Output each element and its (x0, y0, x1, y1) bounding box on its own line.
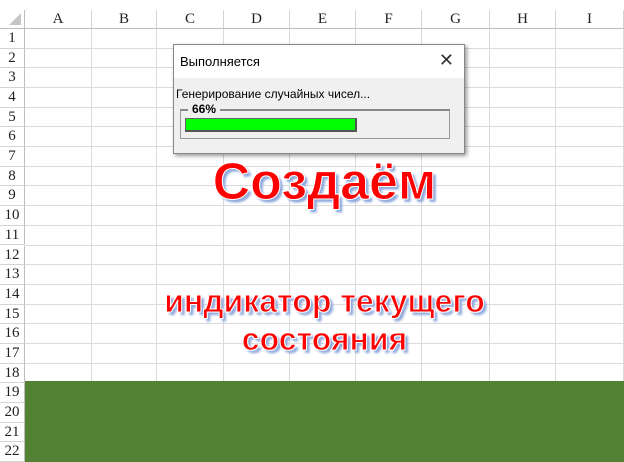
row-header-6[interactable]: 6 (0, 127, 25, 148)
row-header-8[interactable]: 8 (0, 166, 25, 187)
column-header-F[interactable]: F (356, 10, 422, 29)
progress-bar (185, 118, 357, 132)
row-header-14[interactable]: 14 (0, 284, 25, 305)
row-header-22[interactable]: 22 (0, 442, 25, 462)
green-band (25, 381, 624, 462)
row-header-16[interactable]: 16 (0, 324, 25, 344)
column-header-I[interactable]: I (556, 10, 624, 29)
row-header-15[interactable]: 15 (0, 304, 25, 325)
heading-line2: индикатор текущего (164, 283, 486, 320)
gridline (25, 362, 624, 364)
column-header-E[interactable]: E (290, 10, 356, 29)
row-header-5[interactable]: 5 (0, 107, 25, 128)
heading-line3: состояния (241, 321, 408, 358)
dialog-message: Генерирование случайных чисел... (176, 87, 371, 101)
column-header-H[interactable]: H (490, 10, 556, 29)
gridline (25, 264, 624, 266)
column-header-C[interactable]: C (157, 10, 224, 29)
row-header-3[interactable]: 3 (0, 68, 25, 89)
column-header-A[interactable]: A (25, 10, 92, 29)
row-header-17[interactable]: 17 (0, 343, 25, 364)
dialog-titlebar: Выполняется ✕ (174, 45, 464, 78)
row-header-21[interactable]: 21 (0, 422, 25, 443)
progress-label: 66% (188, 102, 221, 116)
progress-dialog: Выполняется ✕ Генерирование случайных чи… (173, 44, 465, 154)
row-header-11[interactable]: 11 (0, 225, 25, 246)
row-header-18[interactable]: 18 (0, 363, 25, 384)
row-header-9[interactable]: 9 (0, 186, 25, 207)
column-header-B[interactable]: B (92, 10, 157, 29)
column-header-G[interactable]: G (422, 10, 490, 29)
heading-line1: Создаём (212, 153, 437, 212)
select-all-corner[interactable] (0, 10, 25, 29)
row-header-10[interactable]: 10 (0, 206, 25, 226)
row-header-13[interactable]: 13 (0, 265, 25, 285)
gridline (25, 244, 624, 246)
row-header-4[interactable]: 4 (0, 88, 25, 108)
gridline (25, 224, 624, 226)
row-header-20[interactable]: 20 (0, 402, 25, 423)
dialog-title: Выполняется (180, 54, 260, 69)
row-header-1[interactable]: 1 (0, 29, 25, 49)
row-header-2[interactable]: 2 (0, 48, 25, 69)
close-icon[interactable]: ✕ (439, 50, 454, 71)
row-header-19[interactable]: 19 (0, 383, 25, 403)
row-header-7[interactable]: 7 (0, 147, 25, 167)
column-header-D[interactable]: D (224, 10, 290, 29)
row-header-12[interactable]: 12 (0, 245, 25, 266)
